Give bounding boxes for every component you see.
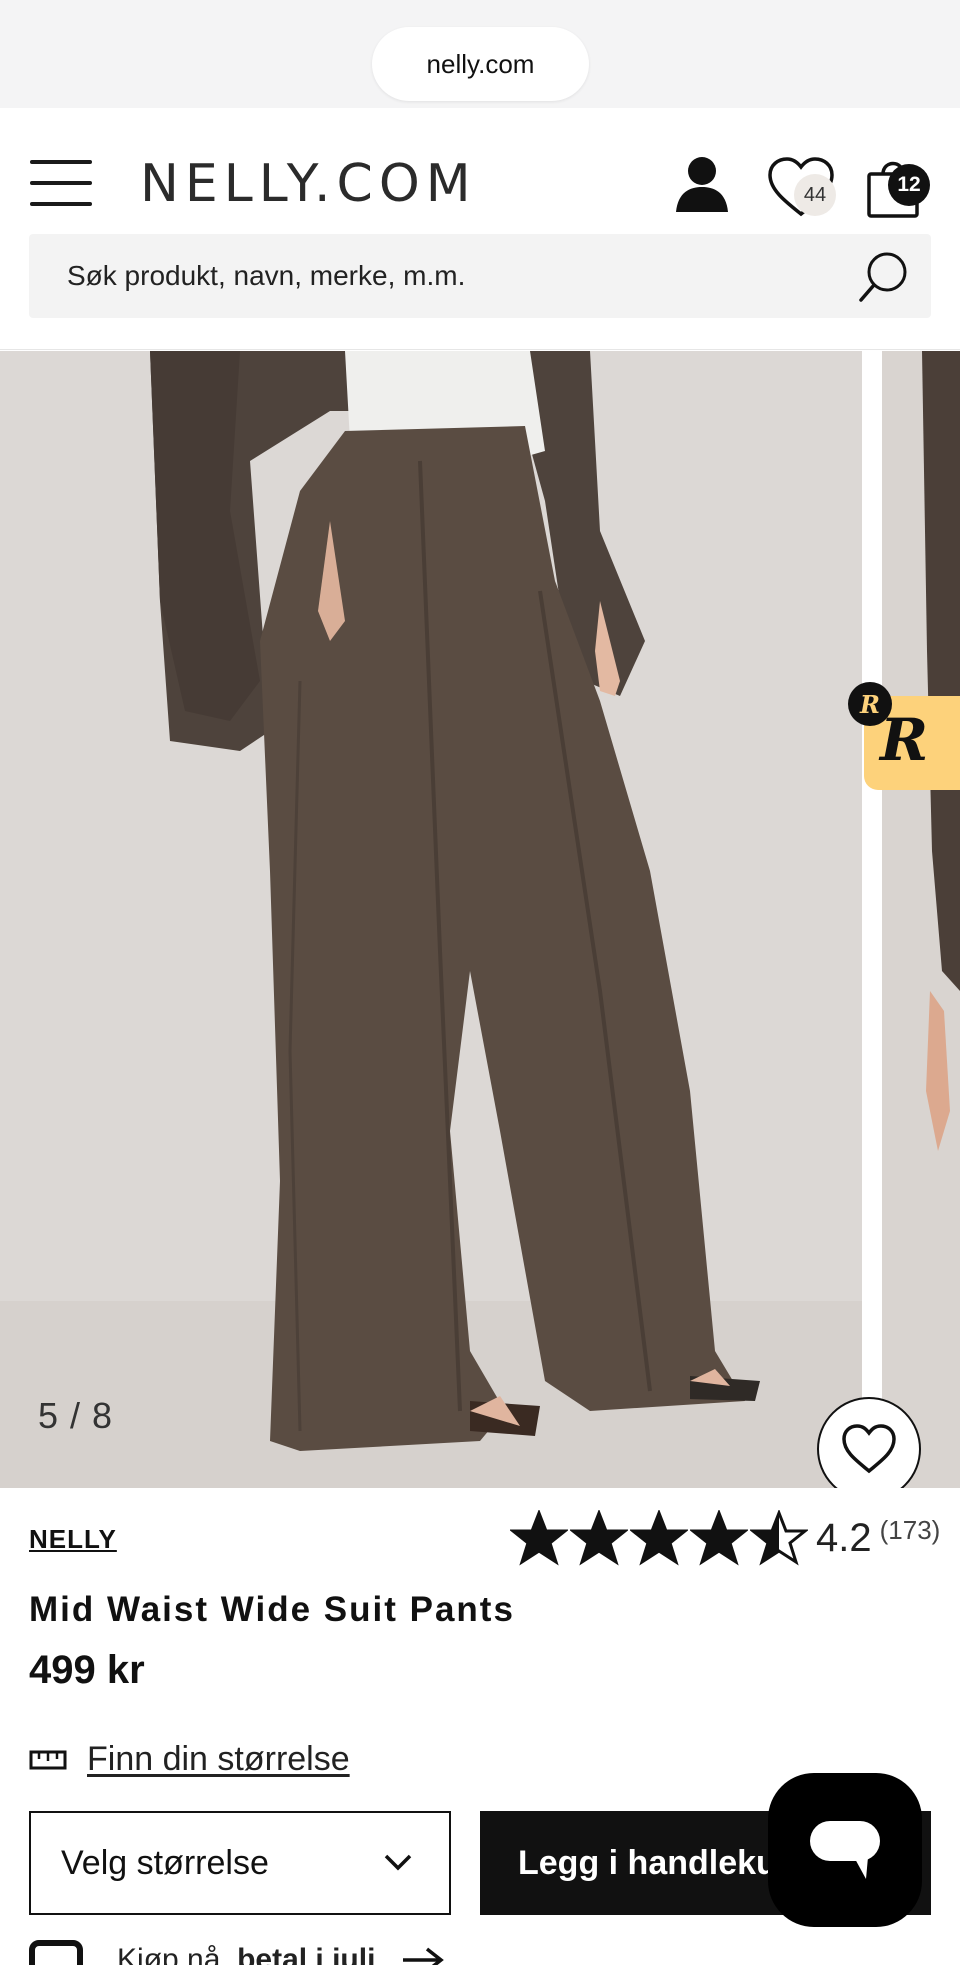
product-image-gallery[interactable]: 5 / 8	[0, 351, 960, 1488]
slide-gap	[862, 351, 882, 1488]
rewards-widget-badge[interactable]: R	[848, 682, 892, 726]
site-header: NELLY.COM 44 12	[0, 108, 960, 350]
rating-value: 4.2	[816, 1515, 872, 1560]
cart-count-badge: 12	[888, 164, 930, 206]
ruler-icon	[29, 1750, 67, 1769]
review-count: (173)	[879, 1514, 941, 1545]
product-rating[interactable]: 4.2 (173)	[510, 1508, 940, 1568]
account-icon[interactable]	[672, 154, 732, 214]
star-icon	[690, 1510, 748, 1566]
arrow-right-icon	[403, 1947, 445, 1965]
star-icon	[630, 1510, 688, 1566]
pay-later-text: Kjøp nå, betal i juli	[117, 1943, 376, 1965]
url-field[interactable]: nelly.com	[372, 27, 589, 101]
product-image	[0, 351, 862, 1488]
site-logo[interactable]: NELLY.COM	[140, 154, 477, 214]
image-counter: 5 / 8	[38, 1395, 114, 1436]
search-bar	[29, 234, 931, 318]
star-icon	[570, 1510, 628, 1566]
product-price: 499 kr	[29, 1648, 145, 1692]
search-input[interactable]	[67, 234, 847, 318]
next-product-image-peek[interactable]	[882, 351, 960, 1488]
search-icon[interactable]	[857, 250, 909, 304]
star-icon	[750, 1510, 808, 1566]
size-guide-label[interactable]: Finn din størrelse	[87, 1740, 350, 1779]
hamburger-menu-icon[interactable]	[30, 158, 94, 208]
product-brand-link[interactable]: NELLY	[29, 1524, 117, 1555]
product-title: Mid Waist Wide Suit Pants	[29, 1590, 515, 1629]
card-icon	[29, 1940, 83, 1965]
wishlist-count-badge: 44	[794, 174, 836, 216]
size-guide-link[interactable]: Finn din størrelse	[29, 1740, 350, 1779]
chat-button[interactable]	[768, 1773, 922, 1927]
browser-url-bar: nelly.com	[0, 0, 960, 108]
heart-icon	[842, 1424, 896, 1474]
rating-stars	[510, 1510, 810, 1566]
star-icon	[510, 1510, 568, 1566]
chevron-down-icon	[384, 1854, 412, 1871]
size-select-label: Velg størrelse	[61, 1843, 269, 1882]
pay-later-banner[interactable]: Kjøp nå, betal i juli	[29, 1940, 445, 1965]
size-select[interactable]: Velg størrelse	[29, 1811, 451, 1915]
chat-bubble-icon	[810, 1821, 880, 1879]
